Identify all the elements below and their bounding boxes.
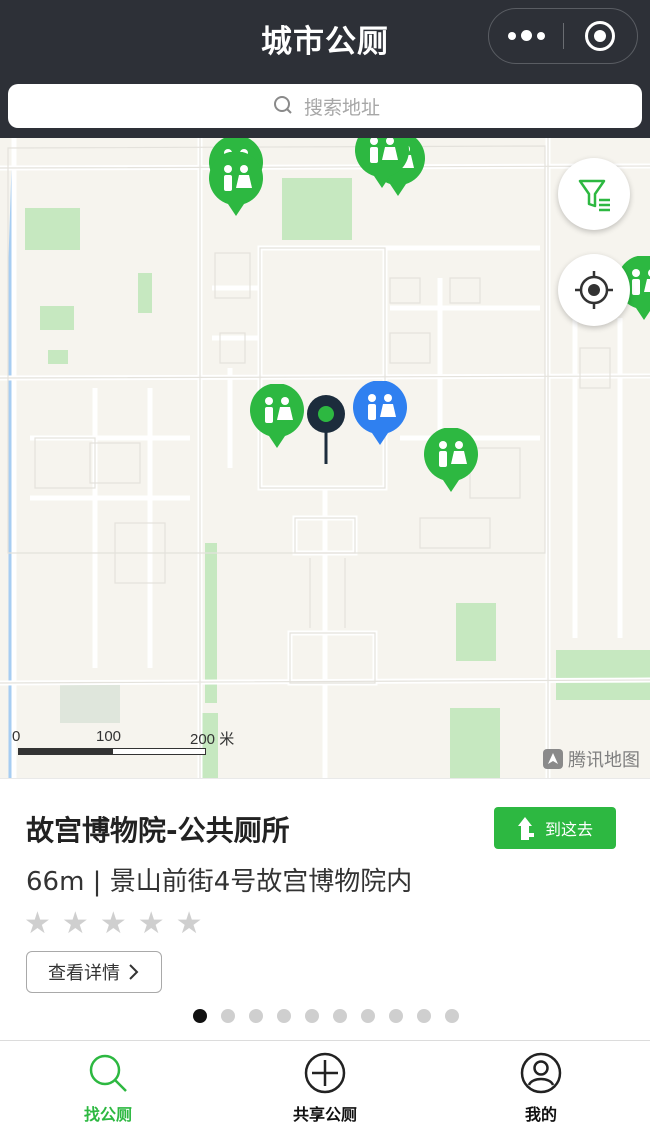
pager-dot[interactable] xyxy=(277,1009,291,1023)
scale-bar xyxy=(18,748,206,755)
mini-program-capsule xyxy=(488,8,638,64)
map-brand: 腾讯地图 xyxy=(542,746,640,772)
navigate-arrow-icon xyxy=(517,817,534,840)
header-bar: 城市公厕 搜索地址 xyxy=(0,0,650,138)
navigate-button[interactable]: 到这去 xyxy=(494,807,616,849)
pager-dot[interactable] xyxy=(305,1009,319,1023)
filter-button[interactable] xyxy=(558,158,630,230)
toilet-marker-blue[interactable] xyxy=(352,381,408,447)
star-icon: ★ xyxy=(137,906,165,941)
tab-label: 共享公厕 xyxy=(292,1105,357,1122)
rating-stars: ★ ★ ★ ★ ★ xyxy=(24,909,203,939)
pager-dot[interactable] xyxy=(249,1009,263,1023)
filter-icon xyxy=(578,179,610,212)
search-icon xyxy=(273,96,292,114)
plus-circle-icon xyxy=(304,1052,346,1094)
search-icon xyxy=(89,1054,127,1092)
pager-dot[interactable] xyxy=(333,1009,347,1023)
locate-icon xyxy=(575,271,613,309)
toilet-name: 故宫博物院-公共厕所 xyxy=(26,814,290,847)
pager-dot[interactable] xyxy=(361,1009,375,1023)
tab-share-toilet[interactable]: 共享公厕 xyxy=(235,1041,415,1122)
tencent-map-logo-icon xyxy=(543,749,563,769)
pager-dot[interactable] xyxy=(221,1009,235,1023)
pager-dot[interactable] xyxy=(445,1009,459,1023)
pager-dot[interactable] xyxy=(193,1009,207,1023)
toilet-marker-green[interactable] xyxy=(423,428,479,494)
search-placeholder: 搜索地址 xyxy=(303,96,380,119)
tab-label: 我的 xyxy=(524,1105,557,1122)
tab-mine[interactable]: 我的 xyxy=(451,1041,631,1122)
locate-button[interactable] xyxy=(558,254,630,326)
map-scale: 0 100 200 米 xyxy=(0,728,260,768)
card-pager xyxy=(193,1009,459,1023)
capsule-divider xyxy=(563,23,564,49)
close-program-icon[interactable] xyxy=(585,21,615,51)
pager-dot[interactable] xyxy=(389,1009,403,1023)
scale-label-100: 100 xyxy=(96,728,122,745)
view-details-button[interactable]: 查看详情 xyxy=(26,951,162,993)
map-view[interactable]: 0 100 200 米 腾讯地图 xyxy=(0,138,650,778)
tab-find-toilet[interactable]: 找公厕 xyxy=(18,1041,198,1122)
star-icon: ★ xyxy=(61,906,89,941)
search-input[interactable]: 搜索地址 xyxy=(8,84,642,128)
navigate-label: 到这去 xyxy=(544,820,593,839)
toilet-marker-green[interactable] xyxy=(354,138,410,190)
toilet-marker-green[interactable] xyxy=(249,384,305,450)
tab-label: 找公厕 xyxy=(83,1105,132,1122)
star-icon: ★ xyxy=(24,906,51,941)
star-icon: ★ xyxy=(99,906,127,941)
user-icon xyxy=(520,1052,562,1094)
toilet-marker-green[interactable] xyxy=(208,152,264,218)
toilet-info-card: 故宫博物院-公共厕所 到这去 66m | 景山前街4号故宫博物院内 ★ ★ ★ ★ ★ … xyxy=(0,778,650,1040)
location-pin-icon xyxy=(307,395,345,464)
chevron-right-icon xyxy=(129,964,139,980)
toilet-address: 66m | 景山前街4号故宫博物院内 xyxy=(26,867,413,897)
scale-label-200: 200 米 xyxy=(190,731,235,748)
scale-label-0: 0 xyxy=(12,728,21,745)
star-icon: ★ xyxy=(175,906,203,941)
more-menu-icon[interactable] xyxy=(489,9,563,62)
view-details-label: 查看详情 xyxy=(48,963,120,984)
tab-bar: 找公厕 共享公厕 我的 xyxy=(0,1040,650,1122)
map-brand-label: 腾讯地图 xyxy=(568,750,640,771)
pager-dot[interactable] xyxy=(417,1009,431,1023)
